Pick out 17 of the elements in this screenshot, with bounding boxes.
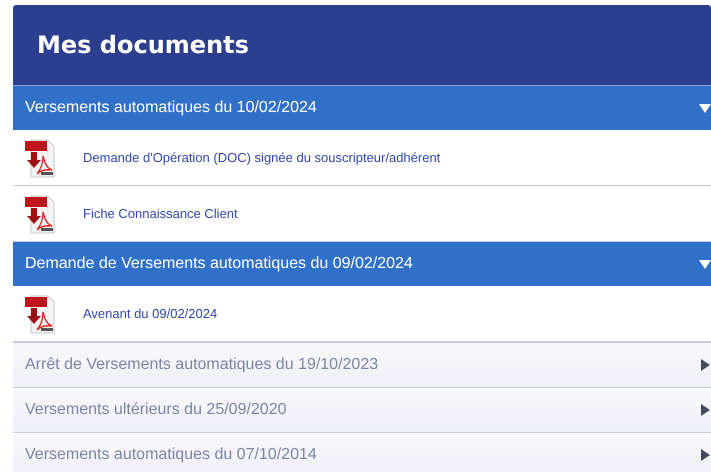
panel-title: Mes documents xyxy=(37,31,249,59)
accordion-header[interactable]: Demande de Versements automatiques du 09/02/2024 xyxy=(13,242,711,286)
caret-down-icon xyxy=(699,258,711,270)
document-link[interactable]: Avenant du 09/02/2024 xyxy=(83,306,218,321)
pdf-file-icon xyxy=(25,194,55,234)
accordion-header[interactable]: Versements ultérieurs du 25/09/2020 xyxy=(13,387,711,432)
accordion-header[interactable]: Versements automatiques du 07/10/2014 xyxy=(13,432,711,472)
caret-right-icon xyxy=(699,449,711,461)
pdf-file-icon xyxy=(25,294,55,334)
caret-right-icon xyxy=(699,359,711,371)
pdf-file-icon xyxy=(25,138,55,178)
document-link[interactable]: Demande d'Opération (DOC) signée du souscripteur/adhérent xyxy=(83,150,440,165)
accordion-header[interactable]: Arrêt de Versements automatiques du 19/10/2023 xyxy=(13,342,711,387)
document-link[interactable]: Fiche Connaissance Client xyxy=(83,206,238,221)
accordion-header[interactable]: Versements automatiques du 10/02/2024 xyxy=(13,86,711,130)
caret-right-icon xyxy=(699,404,711,416)
caret-down-icon xyxy=(699,102,711,114)
